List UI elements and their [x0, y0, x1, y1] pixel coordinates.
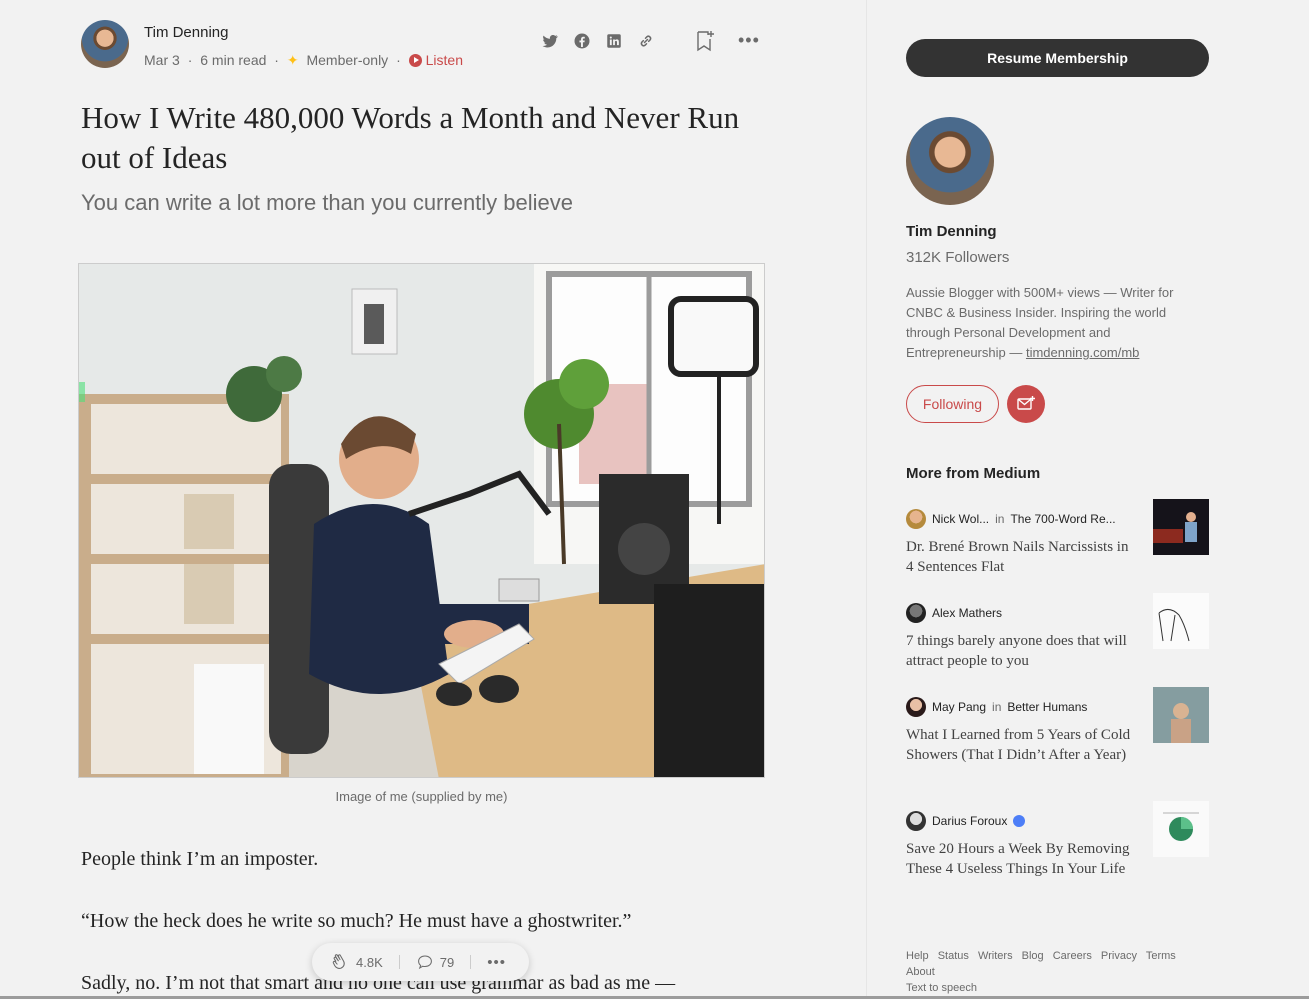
story-title[interactable]: Save 20 Hours a Week By Removing These 4… [906, 839, 1134, 879]
paragraph-2: “How the heck does he write so much? He … [81, 910, 632, 932]
following-button[interactable]: Following [906, 385, 999, 423]
story-title[interactable]: Dr. Brené Brown Nails Narcissists in 4 S… [906, 537, 1134, 577]
footer-link-writers[interactable]: Writers [978, 950, 1013, 962]
article-subtitle: You can write a lot more than you curren… [81, 190, 574, 215]
story-author[interactable]: Nick Wol... [932, 512, 989, 526]
footer-link-blog[interactable]: Blog [1022, 950, 1044, 962]
sidebar: Resume Membership Tim Denning 312K Follo… [867, 0, 1309, 999]
followers-count[interactable]: 312K Followers [906, 249, 1009, 266]
resume-membership-button[interactable]: Resume Membership [906, 39, 1209, 77]
story-author-avatar [906, 811, 926, 831]
author-avatar-large[interactable] [906, 117, 994, 205]
article-header: Tim Denning Mar 3 · 6 min read · ✦ Membe… [81, 20, 771, 68]
recommended-story[interactable]: Alex Mathers 7 things barely anyone does… [906, 593, 1209, 671]
bar-divider [398, 955, 400, 969]
sidebar-author-name[interactable]: Tim Denning [906, 223, 997, 240]
bar-divider [470, 955, 472, 969]
paragraph-1: People think I’m an imposter. [81, 848, 319, 870]
listen-button[interactable]: Listen [408, 52, 463, 68]
comment-icon [417, 955, 432, 970]
footer-link-status[interactable]: Status [938, 950, 969, 962]
share-icons [541, 32, 655, 50]
footer-link-careers[interactable]: Careers [1053, 950, 1092, 962]
hero-photo-illustration [79, 264, 764, 777]
article-title: How I Write 480,000 Words a Month and Ne… [81, 100, 740, 175]
footer-link-help[interactable]: Help [906, 950, 929, 962]
footer-link-text-to-speech[interactable]: Text to speech [906, 982, 977, 994]
story-title[interactable]: 7 things barely anyone does that will at… [906, 631, 1134, 671]
story-thumbnail[interactable] [1153, 687, 1209, 743]
recommended-story[interactable]: Nick Wol... in The 700-Word Re... Dr. Br… [906, 499, 1209, 577]
story-thumbnail[interactable] [1153, 499, 1209, 555]
story-author[interactable]: May Pang [932, 700, 986, 714]
responses-button[interactable]: 79 [416, 953, 454, 971]
meta-separator: · [396, 52, 401, 68]
more-actions-icon[interactable]: ••• [487, 954, 506, 971]
story-publication[interactable]: Better Humans [1007, 700, 1087, 714]
clap-icon [332, 954, 345, 969]
article-hero-image [78, 263, 765, 778]
more-from-medium-heading: More from Medium [906, 465, 1041, 482]
footer-link-about[interactable]: About [906, 966, 935, 978]
member-only-label: Member-only [306, 52, 389, 68]
story-author-avatar [906, 509, 926, 529]
footer-link-terms[interactable]: Terms [1146, 950, 1176, 962]
clap-count: 4.8K [356, 954, 383, 970]
listen-label: Listen [425, 52, 463, 68]
sidebar-footer: Help Status Writers Blog Careers Privacy… [906, 948, 1209, 996]
member-star-icon: ✦ [286, 52, 299, 68]
article-column: Tim Denning Mar 3 · 6 min read · ✦ Membe… [0, 0, 866, 999]
story-title[interactable]: What I Learned from 5 Years of Cold Show… [906, 725, 1134, 765]
verified-badge-icon [1013, 815, 1026, 827]
floating-action-bar: 4.8K 79 ••• [312, 943, 529, 981]
story-in: in [995, 512, 1005, 526]
meta-separator: · [187, 52, 193, 68]
play-icon [408, 54, 422, 67]
story-author[interactable]: Alex Mathers [932, 606, 1002, 620]
author-name[interactable]: Tim Denning [144, 24, 228, 41]
story-author-avatar [906, 697, 926, 717]
facebook-icon[interactable] [573, 32, 591, 50]
story-thumbnail[interactable] [1153, 593, 1209, 649]
author-avatar[interactable] [81, 20, 129, 68]
publish-date: Mar 3 [144, 52, 180, 68]
author-bio: Aussie Blogger with 500M+ views — Writer… [906, 283, 1206, 363]
read-time: 6 min read [200, 52, 267, 68]
footer-link-privacy[interactable]: Privacy [1101, 950, 1137, 962]
bio-link[interactable]: timdenning.com/mb [1026, 345, 1139, 360]
twitter-icon[interactable] [541, 32, 559, 50]
mail-plus-icon [1017, 396, 1035, 410]
clap-button[interactable]: 4.8K [330, 952, 383, 972]
article-meta: Mar 3 · 6 min read · ✦ Member-only · Lis… [144, 52, 467, 69]
link-icon[interactable] [637, 32, 655, 50]
story-in: in [992, 700, 1002, 714]
story-author-avatar [906, 603, 926, 623]
story-thumbnail[interactable] [1153, 801, 1209, 857]
recommended-story[interactable]: May Pang in Better Humans What I Learned… [906, 687, 1209, 765]
linkedin-icon[interactable] [605, 32, 623, 50]
image-caption: Image of me (supplied by me) [335, 789, 508, 804]
subscribe-email-button[interactable] [1007, 385, 1045, 423]
meta-separator: · [274, 52, 279, 68]
response-count: 79 [439, 954, 455, 970]
recommended-story[interactable]: Darius Foroux Save 20 Hours a Week By Re… [906, 801, 1209, 879]
story-author[interactable]: Darius Foroux [932, 814, 1007, 828]
bookmark-icon[interactable] [695, 30, 715, 52]
story-publication[interactable]: The 700-Word Re... [1010, 512, 1115, 526]
more-options-icon[interactable]: ••• [738, 30, 760, 51]
